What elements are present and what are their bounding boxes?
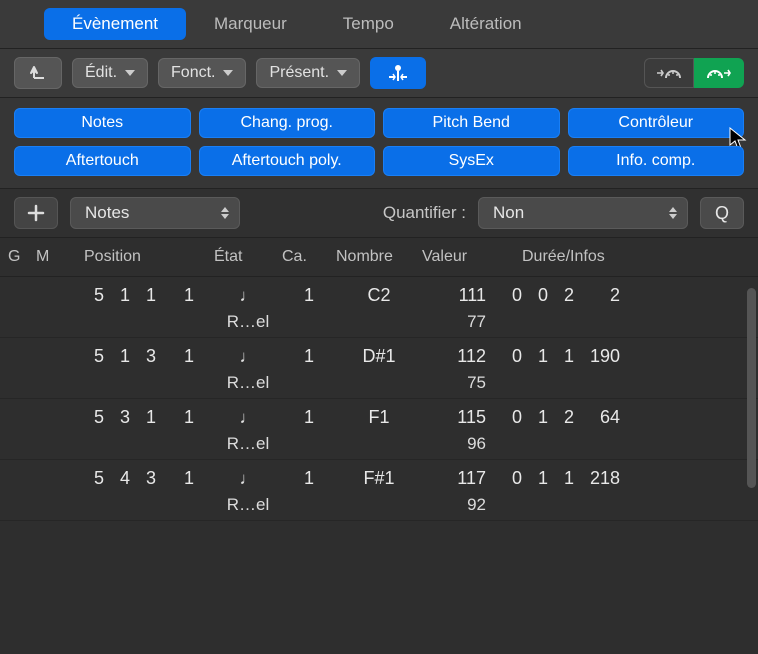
filter-prog-change[interactable]: Chang. prog. — [199, 108, 376, 138]
quantize-value: Non — [493, 203, 524, 223]
event-type-label: Notes — [85, 203, 129, 223]
quantize-select[interactable]: Non — [478, 197, 688, 229]
quantize-label: Quantifier : — [383, 203, 466, 223]
catch-playhead-icon — [385, 63, 411, 83]
event-table: G M Position État Ca. Nombre Valeur Duré… — [0, 238, 758, 612]
tab-event[interactable]: Évènement — [44, 8, 186, 40]
table-row[interactable]: 5311 ♩ R…el 1 F1 115 96 01264 — [0, 399, 758, 460]
arrow-up-icon — [28, 64, 48, 82]
cell-value-rel[interactable]: 96 — [424, 428, 500, 454]
tab-marker[interactable]: Marqueur — [186, 8, 315, 40]
cell-duration[interactable]: 01264 — [504, 407, 740, 428]
cell-number[interactable]: F#1 — [338, 468, 420, 489]
chevron-down-icon — [125, 70, 135, 76]
view-menu-label: Présent. — [269, 64, 329, 82]
cell-channel[interactable]: 1 — [284, 468, 334, 489]
cell-value[interactable]: 112 — [424, 346, 500, 367]
cell-value[interactable]: 117 — [424, 468, 500, 489]
table-row[interactable]: 5131 ♩ R…el 1 D#1 112 75 011190 — [0, 338, 758, 399]
midi-io-toggle — [644, 58, 744, 88]
cell-value[interactable]: 111 — [424, 285, 500, 306]
filter-controller-label: Contrôleur — [618, 114, 693, 131]
cell-number[interactable]: C2 — [338, 285, 420, 306]
table-row[interactable]: 5431 ♩ R…el 1 F#1 117 92 011218 — [0, 460, 758, 521]
cell-value-rel[interactable]: 77 — [424, 306, 500, 332]
control-row: Notes Quantifier : Non Q — [0, 189, 758, 238]
edit-menu[interactable]: Édit. — [72, 58, 148, 88]
filter-notes[interactable]: Notes — [14, 108, 191, 138]
col-duree[interactable]: Durée/Infos — [502, 248, 742, 266]
vertical-scrollbar[interactable] — [747, 288, 756, 488]
filter-aftertouch[interactable]: Aftertouch — [14, 146, 191, 176]
cell-channel[interactable]: 1 — [284, 407, 334, 428]
edit-menu-label: Édit. — [85, 64, 117, 82]
toolbar: Édit. Fonct. Présent. — [0, 49, 758, 98]
col-valeur[interactable]: Valeur — [422, 248, 502, 266]
cell-etat-sub: R…el — [216, 306, 280, 332]
col-etat[interactable]: État — [214, 248, 282, 266]
functions-menu-label: Fonct. — [171, 64, 215, 82]
stepper-icon — [221, 207, 229, 219]
level-up-button[interactable] — [14, 57, 62, 89]
col-g[interactable]: G — [8, 248, 36, 266]
cell-position[interactable]: 5311 — [66, 407, 212, 428]
cell-etat[interactable]: ♩ — [216, 347, 280, 367]
cell-etat[interactable]: ♩ — [216, 408, 280, 428]
filter-sysex[interactable]: SysEx — [383, 146, 560, 176]
cell-etat[interactable]: ♩ — [216, 469, 280, 489]
tab-tempo[interactable]: Tempo — [315, 8, 422, 40]
cell-duration[interactable]: 011190 — [504, 346, 740, 367]
cell-value-rel[interactable]: 75 — [424, 367, 500, 393]
cell-position[interactable]: 5131 — [66, 346, 212, 367]
filter-meta-info[interactable]: Info. comp. — [568, 146, 745, 176]
col-ca[interactable]: Ca. — [282, 248, 336, 266]
chevron-down-icon — [223, 70, 233, 76]
filter-pitch-bend[interactable]: Pitch Bend — [383, 108, 560, 138]
catch-playhead-button[interactable] — [370, 57, 426, 89]
cell-etat-sub: R…el — [216, 489, 280, 515]
cell-etat[interactable]: ♩ — [216, 286, 280, 306]
cell-etat-sub: R…el — [216, 367, 280, 393]
cell-position[interactable]: 5111 — [66, 285, 212, 306]
tab-alteration[interactable]: Altération — [422, 8, 550, 40]
event-type-select[interactable]: Notes — [70, 197, 240, 229]
table-header: G M Position État Ca. Nombre Valeur Duré… — [0, 238, 758, 277]
stepper-icon — [669, 207, 677, 219]
col-position[interactable]: Position — [64, 248, 214, 266]
cell-channel[interactable]: 1 — [284, 285, 334, 306]
cell-duration[interactable]: 011218 — [504, 468, 740, 489]
midi-out-button[interactable] — [694, 58, 744, 88]
tab-bar: Évènement Marqueur Tempo Altération — [0, 0, 758, 49]
midi-in-icon — [655, 64, 683, 82]
cell-duration[interactable]: 0022 — [504, 285, 740, 306]
cell-value-rel[interactable]: 92 — [424, 489, 500, 515]
cell-etat-sub: R…el — [216, 428, 280, 454]
cell-value[interactable]: 115 — [424, 407, 500, 428]
quantize-button[interactable]: Q — [700, 197, 744, 229]
cell-channel[interactable]: 1 — [284, 346, 334, 367]
col-m[interactable]: M — [36, 248, 64, 266]
cell-number[interactable]: D#1 — [338, 346, 420, 367]
col-nombre[interactable]: Nombre — [336, 248, 422, 266]
midi-in-button[interactable] — [644, 58, 694, 88]
midi-out-icon — [705, 64, 733, 82]
cell-position[interactable]: 5431 — [66, 468, 212, 489]
table-row[interactable]: 5111 ♩ R…el 1 C2 111 77 0022 — [0, 277, 758, 338]
filter-poly-aftertouch[interactable]: Aftertouch poly. — [199, 146, 376, 176]
filter-controller[interactable]: Contrôleur — [568, 108, 745, 138]
plus-icon — [27, 204, 45, 222]
add-event-button[interactable] — [14, 197, 58, 229]
functions-menu[interactable]: Fonct. — [158, 58, 246, 88]
chevron-down-icon — [337, 70, 347, 76]
cell-number[interactable]: F1 — [338, 407, 420, 428]
view-menu[interactable]: Présent. — [256, 58, 360, 88]
event-filters: Notes Chang. prog. Pitch Bend Contrôleur… — [0, 98, 758, 189]
